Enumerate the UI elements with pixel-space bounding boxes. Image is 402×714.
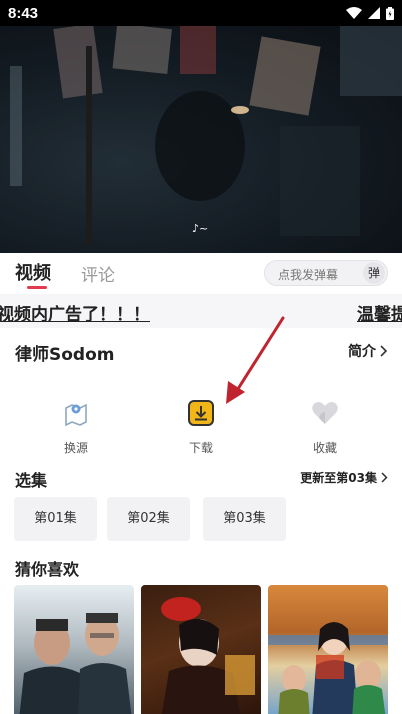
heart-icon: [312, 402, 338, 424]
chevron-right-icon: [381, 472, 388, 483]
episodes-title: 选集: [15, 471, 48, 490]
collect-label: 收藏: [312, 441, 337, 455]
notice-marquee: 视频内广告了！！！ 温馨提: [0, 294, 402, 328]
intro-button[interactable]: 简介: [348, 341, 388, 361]
status-bar: 8:43: [0, 0, 402, 26]
status-icons: [346, 6, 394, 20]
signal-icon: [368, 7, 380, 19]
map-pin-icon: [65, 403, 87, 427]
recommend-title: 猜你喜欢: [15, 560, 80, 579]
video-frame-image: [0, 26, 402, 253]
switch-source-button[interactable]: 换源: [36, 398, 116, 456]
episode-item[interactable]: 第03集: [203, 497, 286, 541]
chevron-right-icon: [380, 345, 388, 357]
show-title: 律师Sodom: [15, 345, 115, 365]
wifi-icon: [346, 7, 362, 19]
recommend-poster[interactable]: [14, 585, 134, 714]
app-screen: 8:43 ♪~ 视频 评论 点我发弹幕 弹 视频内广告了！！！ 温馨提 律师So…: [0, 0, 402, 714]
recommend-poster[interactable]: [141, 585, 261, 714]
switch-source-label: 换源: [63, 441, 88, 455]
episodes-more-button[interactable]: 更新至第03集: [300, 469, 388, 486]
poster-image: [19, 613, 132, 714]
danmaku-input[interactable]: 点我发弹幕 弹: [264, 260, 388, 286]
battery-icon: [386, 6, 394, 20]
episode-item[interactable]: 第02集: [107, 497, 190, 541]
video-player[interactable]: ♪~: [0, 26, 402, 253]
notice-text: 视频内广告了！！！: [0, 305, 150, 325]
status-time: 8:43: [8, 4, 39, 22]
download-button[interactable]: 下载: [161, 398, 241, 456]
video-caption: ♪~: [192, 222, 209, 235]
tab-indicator: [27, 286, 47, 289]
episode-item[interactable]: 第01集: [14, 497, 97, 541]
notice-text-next: 温馨提: [357, 305, 402, 325]
tab-video[interactable]: 视频: [15, 259, 51, 285]
download-icon: [188, 400, 214, 426]
poster-image: [268, 622, 388, 714]
episodes-update-text: 更新至第03集: [300, 471, 377, 485]
tab-comment[interactable]: 评论: [81, 261, 115, 286]
collect-button[interactable]: 收藏: [285, 398, 365, 456]
poster-image: [161, 597, 255, 714]
intro-label: 简介: [348, 344, 376, 360]
danmaku-toggle-button[interactable]: 弹: [363, 262, 385, 284]
danmaku-placeholder: 点我发弹幕: [278, 268, 339, 282]
tab-bar: 视频 评论 点我发弹幕 弹: [0, 253, 402, 293]
recommend-poster[interactable]: [268, 585, 388, 714]
download-label: 下载: [188, 441, 213, 455]
